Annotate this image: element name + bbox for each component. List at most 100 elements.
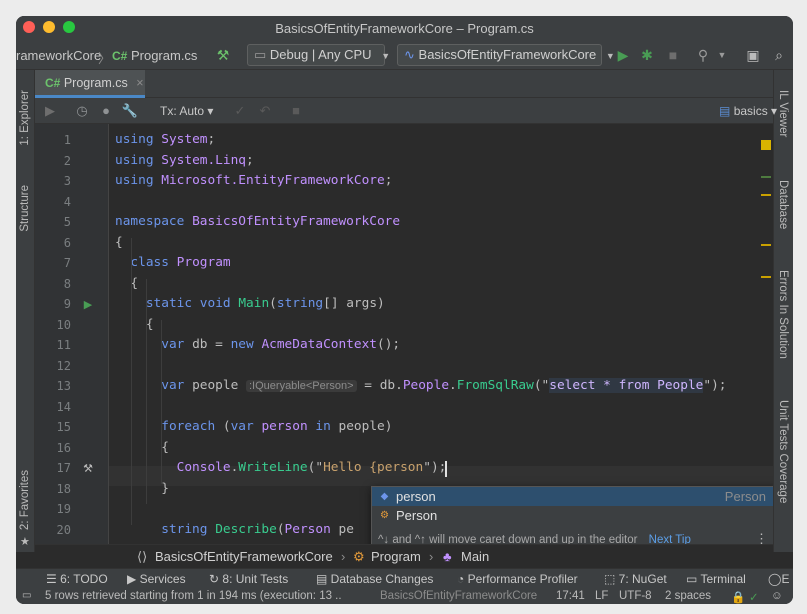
hammer-icon[interactable]: ⚒ [214, 46, 232, 64]
quick-fix-hammer-icon[interactable]: ⚒ [81, 462, 95, 476]
code-editor[interactable]: 1 2 3 4 5 6 7 8 9 10 11 12 13 14 15 16 17 18 19 20 ▶ ⚒ using … [35, 124, 773, 544]
run-icon[interactable]: ▶ [614, 46, 632, 64]
database-tool-button[interactable]: Database [777, 180, 789, 229]
code-token: db = [184, 337, 231, 352]
error-stripe [759, 124, 773, 544]
execute-icon[interactable]: ▶ [41, 102, 59, 120]
favorites-tool-button[interactable]: 2: Favorites [19, 470, 31, 530]
code-line[interactable]: string Describe(Person pe [115, 522, 354, 537]
todo-tool-button[interactable]: ☰ 6: TODO [46, 572, 108, 586]
stop-icon[interactable]: ■ [664, 46, 682, 64]
code-token: people) [330, 419, 393, 434]
code-token: ( [269, 296, 277, 311]
event-log-tool-button[interactable]: ◯E [768, 572, 789, 586]
code-line[interactable]: foreach (var person in people) [115, 419, 392, 434]
status-project[interactable]: BasicsOfEntityFrameworkCore [380, 590, 537, 602]
search-everywhere-icon[interactable]: ⌕ [770, 46, 788, 64]
settings-wrench-icon[interactable]: 🔧 [121, 102, 139, 120]
nuget-tool-button[interactable]: ⬚ 7: NuGet [604, 572, 667, 586]
line-number: 2 [63, 153, 71, 168]
errors-in-solution-tool-button[interactable]: Errors In Solution [777, 270, 789, 359]
code-token: (" [533, 378, 550, 393]
unit-tests-coverage-tool-button[interactable]: Unit Tests Coverage [777, 400, 789, 503]
stripe-mark[interactable] [761, 276, 771, 278]
code-line[interactable]: var db = new AcmeDataContext(); [115, 337, 400, 352]
next-tip-link[interactable]: Next Tip [649, 534, 691, 544]
explorer-tool-button[interactable]: 1: Explorer [19, 90, 31, 146]
stripe-mark[interactable] [761, 244, 771, 246]
status-message[interactable]: 5 rows retrieved starting from 1 in 194 … [45, 590, 342, 602]
code-line[interactable]: { [115, 317, 154, 332]
lock-icon[interactable]: 🔒 [731, 590, 745, 604]
event-log-icon: ◯ [768, 572, 782, 586]
indent-setting[interactable]: 2 spaces [665, 590, 711, 602]
code-line[interactable]: { [115, 276, 138, 291]
completion-item[interactable]: ⚙ Person [372, 506, 773, 525]
code-line[interactable]: var people :IQueryable<Person> = db.Peop… [115, 378, 726, 393]
chevron-down-icon[interactable]: ▼ [713, 46, 731, 64]
inspection-ok-icon[interactable]: ✓ [749, 590, 759, 604]
line-number: 17 [56, 461, 71, 475]
il-viewer-tool-button[interactable]: IL Viewer [777, 90, 789, 137]
schema-selector[interactable]: ▤ basics ▾ [719, 104, 777, 118]
caret-position[interactable]: 17:41 [556, 590, 585, 602]
tab-program-cs[interactable]: C# Program.cs × [35, 70, 145, 98]
code-token: Hello {person [323, 460, 424, 475]
csharp-file-icon: C# [112, 49, 128, 63]
stripe-mark[interactable] [761, 176, 771, 178]
run-main-icon[interactable]: ▶ [81, 298, 95, 312]
code-line[interactable]: using System; [115, 132, 215, 147]
cancel-query-icon[interactable]: ■ [287, 102, 305, 120]
line-number: 13 [56, 379, 71, 393]
code-token: Microsoft.EntityFrameworkCore [161, 173, 385, 188]
indent-guide [131, 237, 132, 525]
code-line[interactable]: namespace BasicsOfEntityFrameworkCore [115, 214, 400, 229]
attach-process-icon[interactable]: ⚲ [694, 46, 712, 64]
database-changes-tool-button[interactable]: ▤ Database Changes [316, 572, 433, 586]
code-token: person [261, 419, 308, 434]
breadcrumb-method[interactable]: Main [461, 549, 489, 564]
record-icon[interactable]: ● [97, 102, 115, 120]
breadcrumb-project[interactable]: rameworkCore [16, 48, 101, 63]
code-token: var [161, 337, 185, 352]
code-token: using [115, 173, 154, 188]
status-toggle-icon[interactable]: ▭ [22, 590, 31, 601]
code-line[interactable]: Console.WriteLine("Hello {person"); [115, 460, 447, 475]
analysis-status-icon[interactable] [761, 140, 771, 150]
code-token: Console [176, 460, 231, 475]
terminal-tool-button[interactable]: ▭ Terminal [686, 572, 746, 586]
structure-tool-button[interactable]: Structure [19, 185, 31, 232]
run-configuration-selector[interactable]: ∿ BasicsOfEntityFrameworkCore ▼ [397, 44, 615, 66]
rollback-icon[interactable]: ↶ [256, 102, 274, 120]
breadcrumb-class[interactable]: Program [371, 549, 421, 564]
code-line[interactable]: { [115, 235, 123, 250]
file-encoding[interactable]: UTF-8 [619, 590, 652, 602]
services-tool-button[interactable]: ▶ Services [127, 572, 186, 586]
transaction-mode-selector[interactable]: Tx: Auto ▾ [160, 104, 213, 118]
commit-icon[interactable]: ✓ [231, 102, 249, 120]
left-tool-strip: 1: Explorer Structure 2: Favorites ★ [16, 70, 35, 552]
unit-tests-icon: ↻ [209, 572, 223, 586]
performance-profiler-tool-button[interactable]: ◔ Performance Profiler [457, 572, 578, 586]
stripe-mark[interactable] [761, 194, 771, 196]
code-line[interactable]: using System.Linq; [115, 153, 254, 168]
code-token: System.Linq [161, 152, 246, 168]
code-line[interactable]: class Program [115, 255, 230, 270]
debug-icon[interactable]: ✱ [638, 46, 656, 64]
code-line[interactable]: using Microsoft.EntityFrameworkCore; [115, 173, 392, 188]
breadcrumb-file[interactable]: C# Program.cs [112, 48, 197, 63]
event-log-icon[interactable]: ☺ [771, 590, 783, 602]
line-ending[interactable]: LF [595, 590, 608, 602]
code-line[interactable]: static void Main(string[] args) [115, 296, 385, 311]
breadcrumb-namespace[interactable]: BasicsOfEntityFrameworkCore [155, 549, 333, 564]
window-layout-icon[interactable]: ▣ [744, 46, 762, 64]
code-token: people [184, 378, 246, 393]
more-options-icon[interactable]: ⋮ [755, 531, 768, 544]
variable-icon: ◆ [380, 491, 389, 502]
close-tab-icon[interactable]: × [136, 76, 143, 90]
unit-tests-tool-button[interactable]: ↻ 8: Unit Tests [209, 572, 288, 586]
history-icon[interactable]: ◷ [73, 102, 91, 120]
run-config-icon: ∿ [404, 47, 415, 62]
completion-item[interactable]: ◆ person Person [372, 487, 773, 506]
configuration-selector[interactable]: ▭ Debug | Any CPU ▼ [247, 44, 390, 66]
